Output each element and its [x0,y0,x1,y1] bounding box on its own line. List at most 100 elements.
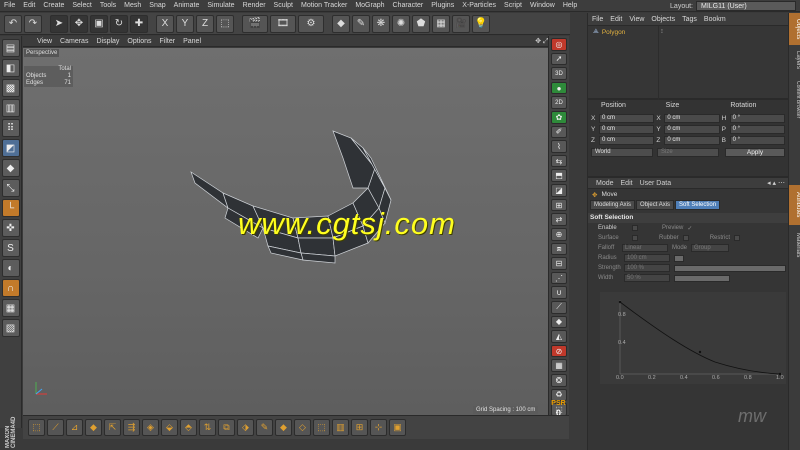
move-icon[interactable]: ✥ [70,14,88,33]
polygons-mode-icon[interactable]: ◆ [1,159,20,177]
falloff-graph[interactable]: 0.0 0.2 0.4 0.6 0.8 1.0 0.8 0.4 [600,292,786,384]
objects-menu-tags[interactable]: Tags [682,16,697,23]
viewport-menu-filter[interactable]: Filter [160,38,176,45]
bottom-tool-icon[interactable]: ⟋ [47,419,64,436]
undo-icon[interactable]: ↶ [4,14,22,33]
enable-checkbox[interactable] [632,225,638,231]
size-mode-dropdown[interactable]: Size [657,148,719,157]
loop-cut-icon[interactable]: ⊞ [551,198,567,212]
bottom-tool-icon[interactable]: ✎ [256,419,273,436]
triangulate-icon[interactable]: ◭ [551,330,567,343]
coordinate-mode-dropdown[interactable]: World [591,148,653,157]
bottom-tool-icon[interactable]: ⊿ [66,419,83,436]
menu-item-file[interactable]: File [0,2,19,9]
sphere-icon[interactable]: ● [551,81,567,95]
menu-item-mesh[interactable]: Mesh [120,2,145,9]
bottom-tool-icon[interactable]: ⧉ [218,419,235,436]
width-slider[interactable] [674,274,730,282]
grid-snap-icon[interactable]: ▦ [1,299,20,317]
pen-spline-icon[interactable]: ✎ [352,14,370,33]
size-field[interactable]: 0 cm [664,124,720,134]
model-mode-icon[interactable]: ◧ [1,59,20,77]
deformer-icon[interactable]: ⬟ [412,14,430,33]
rotation-field[interactable]: 0 ° [729,135,785,145]
width-field[interactable]: 50 % [624,274,670,282]
attributes-menu-user-data[interactable]: User Data [640,180,672,187]
axis-x-button[interactable]: X [156,14,174,33]
objects-menu-objects[interactable]: Objects [651,16,675,23]
tweak-icon[interactable]: ⤡ [1,179,20,197]
bottom-tool-icon[interactable]: ⬘ [180,419,197,436]
size-field[interactable]: 0 cm [664,135,720,145]
menu-item-edit[interactable]: Edit [19,2,39,9]
rotation-field[interactable]: 0 ° [729,113,785,123]
viewport-menu-view[interactable]: View [37,38,52,45]
size-field[interactable]: 0 cm [664,113,720,123]
strength-field[interactable]: 100 % [624,264,670,272]
bottom-tool-icon[interactable]: ⇅ [199,419,216,436]
bottom-tool-icon[interactable]: ◇ [294,419,311,436]
apply-button[interactable]: Apply [725,148,785,157]
bottom-tool-icon[interactable]: ⊞ [351,419,368,436]
checker-icon[interactable]: ▦ [551,359,567,373]
bottom-tool-icon[interactable]: ⊹ [370,419,387,436]
bottom-tool-icon[interactable]: ⬚ [313,419,330,436]
axis-mode-icon[interactable]: └ [1,199,20,217]
disable-icon[interactable]: ⊘ [551,344,567,358]
sidetab-layers[interactable]: Layers [789,45,800,75]
tab-modeling-axis[interactable]: Modeling Axis [590,200,636,210]
viewport-menu-cameras[interactable]: Cameras [60,38,88,45]
brush-icon[interactable]: ✐ [551,125,567,139]
menu-item-create[interactable]: Create [39,2,68,9]
bottom-tool-icon[interactable]: ⇱ [104,419,121,436]
select-arrow-icon[interactable]: ➤ [50,14,68,33]
menu-item-character[interactable]: Character [389,2,428,9]
floor-icon[interactable]: ▦ [432,14,450,33]
perspective-viewport[interactable]: Perspective Total Objects 1 Edges 71 www… [23,48,569,415]
bottom-tool-icon[interactable]: ⇶ [123,419,140,436]
axis-z-button[interactable]: Z [196,14,214,33]
menu-item-script[interactable]: Script [500,2,526,9]
view-2d-button[interactable]: 2D [551,96,567,110]
surface-checkbox[interactable] [632,235,638,241]
object-polygon[interactable]: ⟁ Polygon [593,28,783,36]
objects-menu-bookmarks[interactable]: Bookm [704,16,726,23]
workplane-icon[interactable]: ▥ [1,99,20,117]
slide-icon[interactable]: ⇄ [551,213,567,226]
position-field[interactable]: 0 cm [599,135,655,145]
bevel-icon[interactable]: ◪ [551,184,567,197]
position-field[interactable]: 0 cm [599,124,655,134]
target-icon[interactable]: ◎ [551,38,567,51]
snap-icon[interactable]: S [1,239,20,257]
bottom-tool-icon[interactable]: ⬚ [28,419,45,436]
menu-item-motion-tracker[interactable]: Motion Tracker [297,2,351,9]
edges-mode-icon[interactable]: ◩ [1,139,20,157]
magnet-tool-icon[interactable]: ∪ [551,286,567,299]
texture-mode-icon[interactable]: ▩ [1,79,20,97]
mode-dropdown[interactable]: Group [691,244,730,252]
tab-soft-selection[interactable]: Soft Selection [675,200,721,210]
attributes-menu-mode[interactable]: Mode [596,180,614,187]
weld-icon[interactable]: ⊕ [551,227,567,241]
bottom-tool-icon[interactable]: ⬗ [237,419,254,436]
rotate-icon[interactable]: ↻ [110,14,128,33]
falloff-dropdown[interactable]: Linear [622,244,668,252]
bottom-tool-icon[interactable]: ▣ [389,419,406,436]
rotation-field[interactable]: 0 ° [729,124,785,134]
bottom-tool-icon[interactable]: ◆ [85,419,102,436]
render-view-icon[interactable]: 🎬 [242,14,268,33]
coordinate-system-icon[interactable]: ⬚ [216,14,234,33]
bridge-icon[interactable]: ⇆ [551,154,567,168]
points-mode-icon[interactable]: ⠿ [1,119,20,137]
menu-item-x-particles[interactable]: X-Particles [458,2,500,9]
attributes-nav-icons[interactable]: ◂ ▴ ⋯ [767,179,788,187]
objects-menu-edit[interactable]: Edit [610,16,622,23]
menu-item-help[interactable]: Help [559,2,581,9]
add-object-icon[interactable]: ✚ [130,14,148,33]
generator-icon[interactable]: ❋ [372,14,390,33]
mirror-icon[interactable]: ⧈ [551,242,567,256]
cube-tool-icon[interactable]: ◆ [551,315,567,329]
stitch-icon[interactable]: ⋰ [551,271,567,285]
render-picture-viewer-icon[interactable]: 🎞 [270,14,296,33]
restrict-checkbox[interactable] [734,235,741,241]
